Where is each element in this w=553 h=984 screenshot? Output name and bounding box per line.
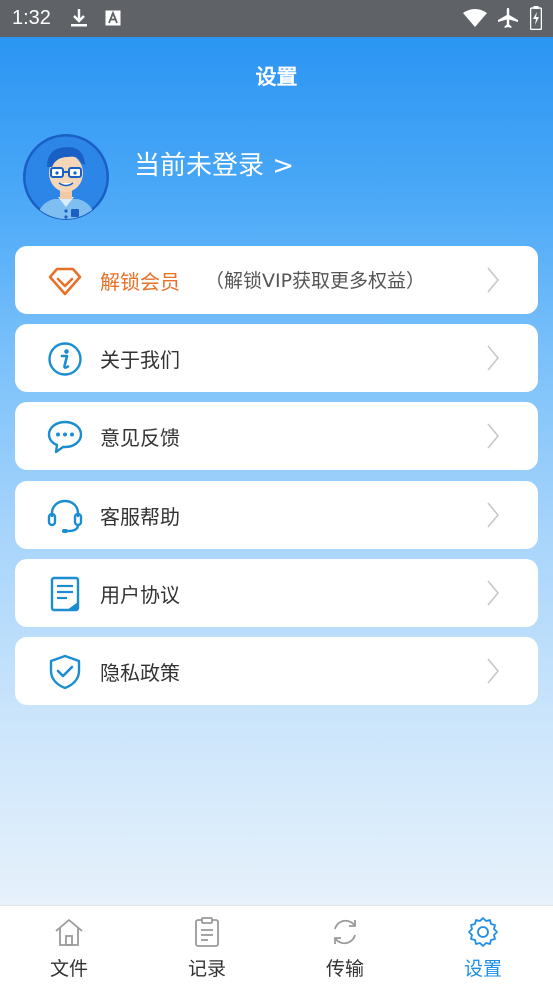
menu-item-label: 用户协议	[100, 583, 180, 607]
menu-item-label: 隐私政策	[100, 661, 180, 685]
airplane-icon	[497, 7, 519, 33]
menu-item-privacy-policy[interactable]: 隐私政策	[15, 637, 538, 705]
chevron-right-icon	[486, 501, 500, 529]
tab-records[interactable]: 记录	[138, 906, 276, 984]
diamond-icon	[47, 263, 83, 299]
menu-item-feedback[interactable]: 意见反馈	[15, 402, 538, 470]
info-icon	[47, 341, 83, 377]
tab-label: 文件	[49, 958, 88, 980]
menu-item-label: 解锁会员	[100, 270, 180, 294]
chat-bubble-icon	[47, 419, 83, 455]
menu-item-about-us[interactable]: 关于我们	[15, 324, 538, 392]
avatar[interactable]	[22, 133, 110, 221]
sync-icon	[329, 916, 361, 948]
status-time: 1:32	[12, 7, 51, 29]
menu-item-label: 关于我们	[100, 348, 180, 372]
chevron-right-icon	[486, 422, 500, 450]
menu-item-unlock-vip[interactable]: 解锁会员 （解锁VIP获取更多权益）	[15, 246, 538, 314]
menu-item-customer-help[interactable]: 客服帮助	[15, 481, 538, 549]
chevron-right-icon	[486, 266, 500, 294]
a-box-icon	[105, 10, 121, 30]
chevron-right-icon	[486, 579, 500, 607]
menu-item-label: 意见反馈	[100, 426, 180, 450]
chevron-right-icon	[486, 344, 500, 372]
tab-files[interactable]: 文件	[0, 906, 138, 984]
menu-item-label: 客服帮助	[100, 505, 180, 529]
document-icon	[47, 576, 83, 612]
menu-item-user-agreement[interactable]: 用户协议	[15, 559, 538, 627]
bottom-tab-bar: 文件 记录 传输 设置	[0, 905, 553, 984]
tab-label: 设置	[463, 958, 502, 980]
download-icon	[70, 8, 88, 32]
tab-label: 记录	[187, 958, 226, 980]
tab-transfer[interactable]: 传输	[276, 906, 414, 984]
battery-charging-icon	[529, 6, 543, 34]
login-prompt[interactable]: 当前未登录 >	[134, 145, 294, 182]
shield-check-icon	[47, 654, 83, 690]
headset-icon	[47, 498, 83, 534]
chevron-right-icon	[486, 657, 500, 685]
home-icon	[53, 916, 85, 948]
settings-main: 设置 当前未登录 > 解锁会员 （解锁VIP获取更多权益） 关于我们 意见反馈 …	[0, 37, 553, 905]
gear-icon	[467, 916, 499, 948]
clipboard-icon	[191, 916, 223, 948]
menu-item-note: （解锁VIP获取更多权益）	[205, 270, 426, 292]
tab-settings[interactable]: 设置	[414, 906, 552, 984]
status-bar: 1:32	[0, 0, 553, 37]
page-title: 设置	[255, 65, 298, 89]
tab-label: 传输	[325, 958, 364, 980]
wifi-icon	[463, 9, 487, 31]
